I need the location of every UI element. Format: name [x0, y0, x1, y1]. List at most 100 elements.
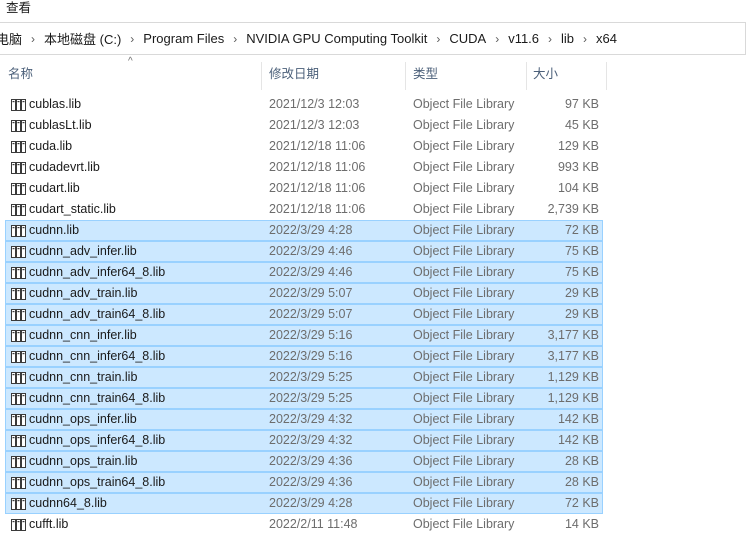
file-date: 2022/2/11 11:48	[269, 517, 358, 531]
breadcrumb-item[interactable]: NVIDIA GPU Computing Toolkit	[242, 31, 431, 46]
column-header-name[interactable]: 名称	[8, 60, 33, 90]
file-row[interactable]: cudnn_cnn_infer64_8.lib 2022/3/29 5:16 Obj…	[5, 346, 603, 367]
file-name: cuda.lib	[29, 139, 73, 153]
file-date: 2022/3/29 4:36	[269, 454, 353, 468]
file-name: cudart.lib	[29, 181, 80, 195]
breadcrumb-item[interactable]: v11.6	[504, 31, 543, 46]
file-row[interactable]: cudnn.lib 2022/3/29 4:28 Object File Libra…	[5, 220, 603, 241]
library-file-icon	[11, 288, 27, 300]
file-type: Object File Library	[413, 181, 515, 195]
library-file-icon	[11, 309, 27, 321]
file-date: 2022/3/29 4:36	[269, 475, 353, 489]
file-row[interactable]: cudnn_adv_infer.lib 2022/3/29 4:46 Object …	[5, 241, 603, 262]
file-size: 1,129 KB	[547, 391, 599, 405]
file-date: 2022/3/29 4:32	[269, 412, 353, 426]
file-name: cudnn64_8.lib	[29, 496, 107, 510]
chevron-right-icon[interactable]: ›	[431, 32, 445, 46]
file-size: 104 KB	[557, 181, 599, 195]
menu-view[interactable]: 查看	[6, 0, 31, 16]
library-file-icon	[11, 414, 27, 426]
library-file-icon	[11, 372, 27, 384]
file-row[interactable]: cudnn_adv_train.lib 2022/3/29 5:07 Object …	[5, 283, 603, 304]
file-name: cudnn_cnn_infer.lib	[29, 328, 137, 342]
library-file-icon	[11, 162, 27, 174]
file-size: 75 KB	[564, 265, 599, 279]
breadcrumb-item[interactable]: CUDA	[445, 31, 490, 46]
library-file-icon	[11, 99, 27, 111]
file-date: 2022/3/29 4:46	[269, 244, 353, 258]
library-file-icon	[11, 519, 27, 531]
file-size: 75 KB	[564, 244, 599, 258]
file-size: 97 KB	[564, 97, 599, 111]
file-row[interactable]: cudadevrt.lib 2021/12/18 11:06 Object File…	[5, 157, 603, 178]
menu-bar: 查看	[0, 0, 746, 16]
file-name: cufft.lib	[29, 517, 69, 531]
chevron-right-icon[interactable]: ›	[490, 32, 504, 46]
library-file-icon	[11, 330, 27, 342]
file-date: 2022/3/29 5:25	[269, 391, 353, 405]
file-name: cudart_static.lib	[29, 202, 116, 216]
column-divider[interactable]	[405, 62, 406, 90]
file-row[interactable]: cudnn_ops_infer64_8.lib 2022/3/29 4:32 Obj…	[5, 430, 603, 451]
column-header-date[interactable]: 修改日期	[269, 60, 319, 90]
file-row[interactable]: cudnn_ops_train64_8.lib 2022/3/29 4:36 Obj…	[5, 472, 603, 493]
file-row[interactable]: cublas.lib 2021/12/3 12:03 Object File Lib…	[5, 94, 603, 115]
file-type: Object File Library	[413, 433, 515, 447]
file-type: Object File Library	[413, 139, 515, 153]
file-row[interactable]: cudnn_cnn_train.lib 2022/3/29 5:25 Object …	[5, 367, 603, 388]
library-file-icon	[11, 120, 27, 132]
chevron-right-icon[interactable]: ›	[26, 32, 40, 46]
file-row[interactable]: cudart.lib 2021/12/18 11:06 Object File Li…	[5, 178, 603, 199]
file-row[interactable]: cudnn64_8.lib 2022/3/29 4:28 Object File L…	[5, 493, 603, 514]
file-name: cudnn_ops_infer.lib	[29, 412, 137, 426]
file-type: Object File Library	[413, 370, 515, 384]
file-size: 3,177 KB	[547, 328, 599, 342]
file-row[interactable]: cublasLt.lib 2021/12/3 12:03 Object File L…	[5, 115, 603, 136]
library-file-icon	[11, 498, 27, 510]
file-row[interactable]: cudnn_ops_infer.lib 2022/3/29 4:32 Object …	[5, 409, 603, 430]
file-row[interactable]: cudnn_cnn_infer.lib 2022/3/29 5:16 Object …	[5, 325, 603, 346]
file-size: 142 KB	[557, 433, 599, 447]
breadcrumb-item[interactable]: 电脑	[0, 29, 26, 48]
column-header: ^ 名称 修改日期 类型 大小	[0, 56, 746, 90]
file-size: 129 KB	[557, 139, 599, 153]
file-row[interactable]: cufft.lib 2022/2/11 11:48 Object File Libr…	[5, 514, 603, 535]
file-date: 2022/3/29 5:07	[269, 286, 353, 300]
chevron-right-icon[interactable]: ›	[578, 32, 592, 46]
file-row[interactable]: cudart_static.lib 2021/12/18 11:06 Object …	[5, 199, 603, 220]
breadcrumb-item[interactable]: x64	[592, 31, 621, 46]
file-size: 993 KB	[557, 160, 599, 174]
library-file-icon	[11, 456, 27, 468]
chevron-right-icon[interactable]: ›	[125, 32, 139, 46]
column-divider[interactable]	[526, 62, 527, 90]
file-name: cudnn_ops_train.lib	[29, 454, 138, 468]
file-name: cublas.lib	[29, 97, 82, 111]
chevron-right-icon[interactable]: ›	[543, 32, 557, 46]
file-row[interactable]: cuda.lib 2021/12/18 11:06 Object File Libr…	[5, 136, 603, 157]
file-size: 14 KB	[564, 517, 599, 531]
column-divider[interactable]	[606, 62, 607, 90]
file-row[interactable]: cudnn_cnn_train64_8.lib 2022/3/29 5:25 Obj…	[5, 388, 603, 409]
file-date: 2022/3/29 5:16	[269, 328, 353, 342]
file-row[interactable]: cudnn_ops_train.lib 2022/3/29 4:36 Object …	[5, 451, 603, 472]
file-type: Object File Library	[413, 412, 515, 426]
address-bar[interactable]: 电脑 › 本地磁盘 (C:) › Program Files › NVIDIA GPU Co…	[0, 22, 746, 55]
library-file-icon	[11, 204, 27, 216]
file-date: 2021/12/18 11:06	[269, 160, 366, 174]
file-type: Object File Library	[413, 454, 515, 468]
column-header-size[interactable]: 大小	[533, 60, 558, 90]
file-size: 2,739 KB	[547, 202, 599, 216]
file-date: 2022/3/29 4:28	[269, 223, 353, 237]
file-size: 142 KB	[557, 412, 599, 426]
file-date: 2022/3/29 4:46	[269, 265, 353, 279]
breadcrumb-item[interactable]: Program Files	[139, 31, 228, 46]
breadcrumb-item[interactable]: lib	[557, 31, 578, 46]
library-file-icon	[11, 351, 27, 363]
breadcrumb-item[interactable]: 本地磁盘 (C:)	[40, 29, 125, 48]
column-divider[interactable]	[261, 62, 262, 90]
file-row[interactable]: cudnn_adv_train64_8.lib 2022/3/29 5:07 Obj…	[5, 304, 603, 325]
file-row[interactable]: cudnn_adv_infer64_8.lib 2022/3/29 4:46 Obj…	[5, 262, 603, 283]
chevron-right-icon[interactable]: ›	[228, 32, 242, 46]
column-header-type[interactable]: 类型	[413, 60, 438, 90]
file-type: Object File Library	[413, 97, 515, 111]
